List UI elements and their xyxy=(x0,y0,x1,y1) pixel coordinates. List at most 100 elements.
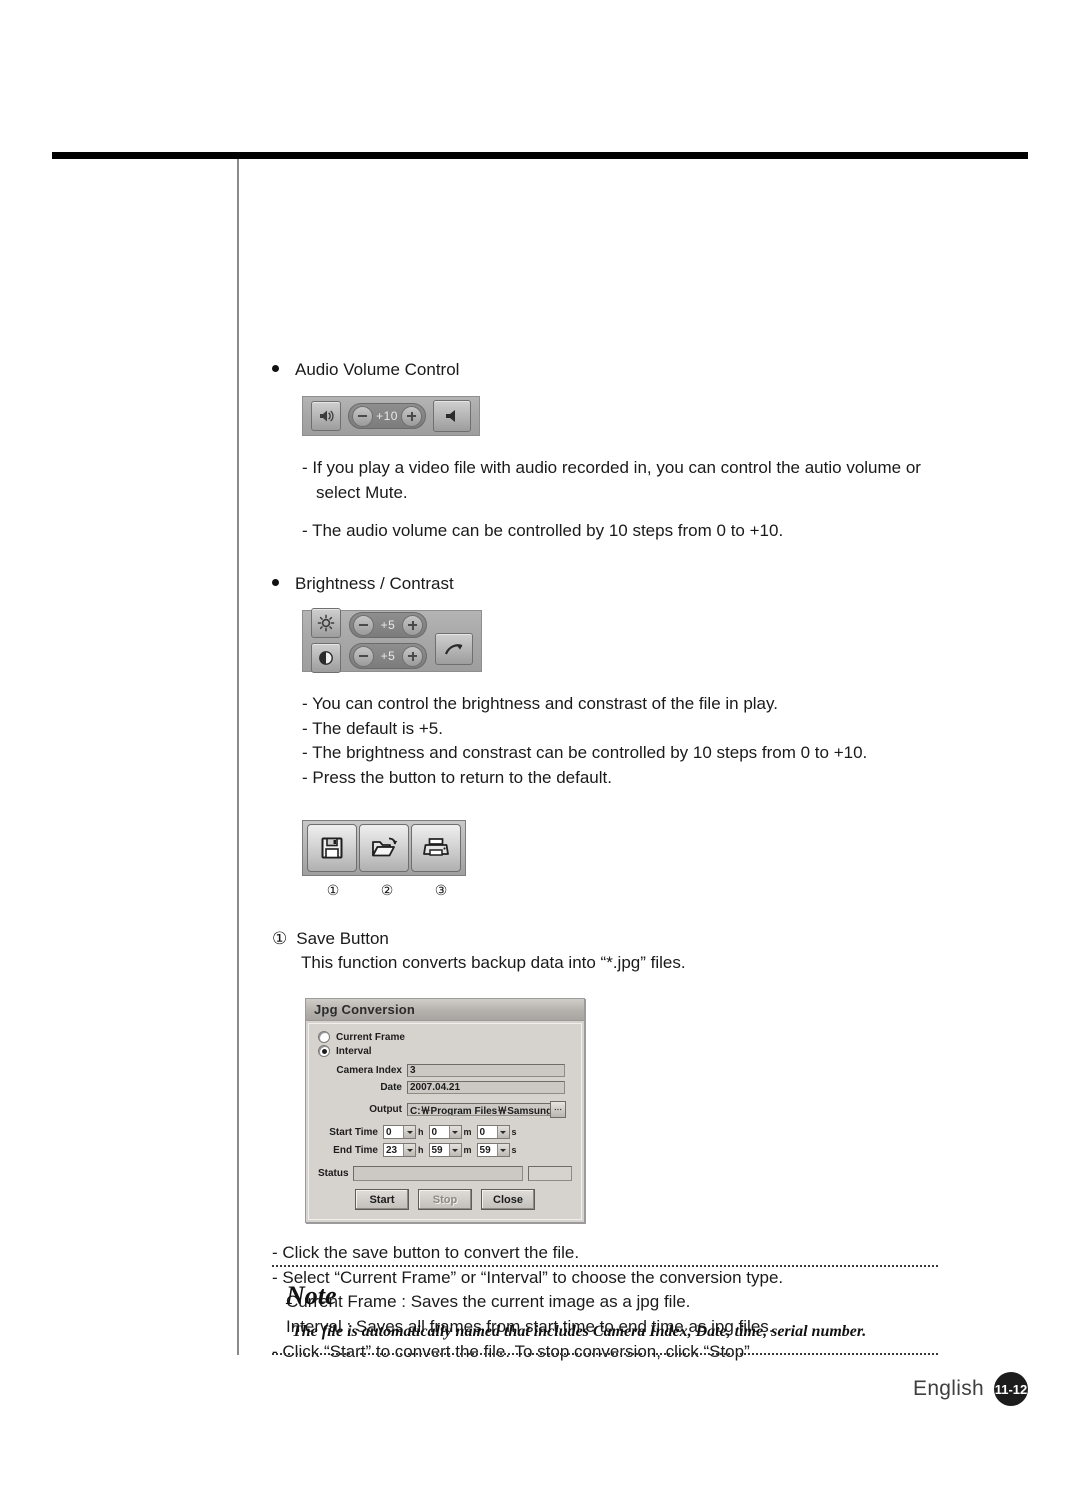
brightness-icon-button[interactable] xyxy=(311,608,341,639)
brightness-contrast-widget[interactable]: +5 +5 xyxy=(302,608,482,674)
save-button[interactable] xyxy=(307,824,357,873)
open-folder-icon xyxy=(372,838,398,857)
second-unit-label: s xyxy=(511,1145,517,1156)
volume-decrease-button[interactable] xyxy=(352,405,373,427)
toolbar-number-labels: ① ② ③ xyxy=(302,882,972,899)
chevron-down-icon[interactable] xyxy=(403,1144,415,1157)
brightness-note-line: - You can control the brightness and con… xyxy=(302,693,778,713)
save-button-description: This function converts backup data into … xyxy=(301,953,686,973)
contrast-stepper[interactable]: +5 xyxy=(349,643,427,670)
brightness-note-line: - Press the button to return to the defa… xyxy=(302,767,612,787)
date-field[interactable]: 2007.04.21 xyxy=(407,1081,565,1095)
audio-volume-widget[interactable]: +10 xyxy=(302,396,480,436)
note-divider-bottom xyxy=(272,1353,938,1355)
toolbar-number: ① xyxy=(326,882,340,899)
audio-note-line: - If you play a video file with audio re… xyxy=(302,458,921,477)
section-heading-brightness-label: Brightness / Contrast xyxy=(295,573,454,593)
dialog-title-label: Jpg Conversion xyxy=(314,1002,416,1018)
end-hour-select[interactable]: 23 xyxy=(383,1143,416,1158)
note-title: Note xyxy=(286,1281,337,1310)
save-button-heading-label: Save Button xyxy=(296,929,389,949)
dialog-body: Current Frame Interval Camera Index 3 Da… xyxy=(308,1023,582,1221)
volume-value: +10 xyxy=(376,409,398,423)
speaker-icon-button[interactable] xyxy=(311,401,341,431)
note-text: The file is automatically named that inc… xyxy=(292,1323,867,1340)
chevron-down-icon[interactable] xyxy=(448,1144,461,1157)
camera-index-field[interactable]: 3 xyxy=(407,1064,565,1078)
toolbar-number: ② xyxy=(380,882,394,899)
end-hour-value: 23 xyxy=(386,1144,398,1156)
browse-button[interactable]: ⋯ xyxy=(550,1101,566,1119)
brightness-stepper[interactable]: +5 xyxy=(349,612,427,639)
end-second-select[interactable]: 59 xyxy=(476,1143,510,1158)
mute-toggle-button[interactable] xyxy=(433,400,471,432)
brightness-decrease-button[interactable] xyxy=(353,614,374,636)
radio-interval[interactable]: Interval xyxy=(318,1045,572,1058)
minute-unit-label: m xyxy=(463,1145,472,1156)
header-rule xyxy=(52,152,1028,159)
chevron-down-icon[interactable] xyxy=(403,1126,415,1139)
header-rule-highlight xyxy=(52,159,1028,161)
date-label: Date xyxy=(380,1082,402,1094)
page-number-badge: 11-12 xyxy=(994,1372,1028,1406)
section-heading-brightness: Brightness / Contrast xyxy=(272,574,972,594)
second-unit-label: s xyxy=(511,1127,517,1138)
radio-current-frame[interactable]: Current Frame xyxy=(318,1031,572,1044)
status-row: Status xyxy=(318,1166,572,1182)
speaker-icon xyxy=(320,410,334,422)
toolbar-number: ③ xyxy=(434,882,448,899)
brightness-note-line: - The default is +5. xyxy=(302,718,443,738)
audio-note-line: - The audio volume can be controlled by … xyxy=(302,521,784,541)
contrast-increase-button[interactable] xyxy=(402,645,423,667)
radio-current-frame-indicator[interactable] xyxy=(318,1031,330,1044)
section-heading-audio: Audio Volume Control xyxy=(272,360,972,380)
note-box: Note The file is automatically named tha… xyxy=(272,1265,938,1355)
save-floppy-icon xyxy=(321,837,343,859)
sun-icon xyxy=(317,615,335,632)
chevron-down-icon[interactable] xyxy=(496,1144,509,1157)
camera-index-label: Camera Index xyxy=(336,1065,402,1077)
radio-interval-indicator[interactable] xyxy=(318,1045,330,1058)
start-minute-value: 0 xyxy=(431,1126,438,1138)
save-button-number: ① xyxy=(272,929,288,949)
start-hour-select[interactable]: 0 xyxy=(383,1125,416,1140)
status-label: Status xyxy=(318,1168,349,1180)
start-second-select[interactable]: 0 xyxy=(476,1125,510,1140)
start-minute-select[interactable]: 0 xyxy=(428,1125,462,1140)
dialog-button-row: Start Stop Close xyxy=(318,1189,572,1211)
page-content: Audio Volume Control +10 - If you play a… xyxy=(272,360,972,1364)
start-button[interactable]: Start xyxy=(355,1189,409,1211)
end-second-value: 59 xyxy=(479,1144,491,1156)
bullet-icon xyxy=(272,578,279,586)
footer-language-label: English xyxy=(913,1377,984,1400)
contrast-icon-button[interactable] xyxy=(311,643,341,674)
chevron-down-icon[interactable] xyxy=(448,1126,461,1139)
audio-note-line: select Mute. xyxy=(316,482,408,502)
left-margin-rule xyxy=(237,159,239,1355)
chevron-down-icon[interactable] xyxy=(496,1126,509,1139)
contrast-value: +5 xyxy=(380,649,396,664)
end-time-label: End Time xyxy=(333,1144,378,1156)
start-second-value: 0 xyxy=(479,1126,486,1138)
mute-speaker-icon xyxy=(446,410,455,422)
file-toolbar[interactable] xyxy=(302,820,466,877)
brightness-increase-button[interactable] xyxy=(402,614,423,636)
output-path-field[interactable]: C:￦Program Files￦Samsung￦Sma xyxy=(407,1103,551,1117)
jpg-conversion-dialog[interactable]: Jpg Conversion Current Frame Interval Ca… xyxy=(305,998,585,1224)
close-button[interactable]: Close xyxy=(481,1189,535,1211)
contrast-decrease-button[interactable] xyxy=(353,645,374,667)
end-minute-select[interactable]: 59 xyxy=(428,1143,462,1158)
volume-increase-button[interactable] xyxy=(401,405,422,427)
radio-current-frame-label: Current Frame xyxy=(336,1031,405,1043)
save-button-heading: ① Save Button xyxy=(272,929,972,949)
open-button[interactable] xyxy=(359,824,409,873)
dialog-title-bar: Jpg Conversion xyxy=(306,999,584,1022)
undo-arrow-icon xyxy=(444,644,463,655)
volume-stepper[interactable]: +10 xyxy=(348,403,426,429)
end-minute-value: 59 xyxy=(431,1144,443,1156)
print-printer-icon xyxy=(423,838,449,857)
reset-default-button[interactable] xyxy=(435,632,473,665)
stop-button: Stop xyxy=(418,1189,472,1211)
print-button[interactable] xyxy=(411,824,461,873)
section-heading-audio-label: Audio Volume Control xyxy=(295,360,460,379)
